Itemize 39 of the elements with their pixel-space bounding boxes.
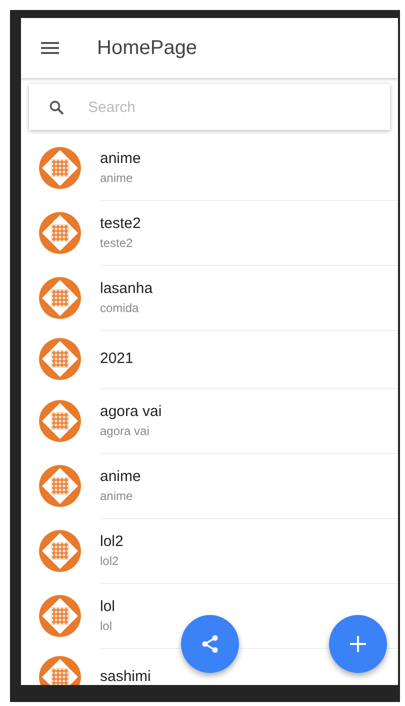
item-subtitle: lol2 — [100, 554, 119, 568]
item-subtitle: anime — [100, 488, 133, 502]
search-icon — [49, 100, 64, 114]
ornament-icon — [37, 274, 83, 320]
list-item[interactable]: agora vai agora vai — [21, 388, 398, 453]
item-subtitle: lol — [100, 618, 112, 632]
list-item[interactable]: lasanha comida — [21, 265, 398, 330]
share-button[interactable] — [181, 615, 239, 673]
item-subtitle: comida — [100, 300, 139, 314]
share-icon — [201, 634, 219, 654]
item-title: lasanha — [100, 280, 153, 296]
item-title: sashimi — [100, 668, 151, 685]
ornament-icon — [37, 398, 83, 444]
item-title: lol — [100, 598, 116, 614]
list-item[interactable]: lol2 lol2 — [21, 518, 398, 583]
search-field[interactable]: Search — [86, 98, 290, 116]
list-item[interactable]: 2021 — [21, 330, 398, 388]
page-title: HomePage — [97, 36, 198, 60]
ornament-icon — [37, 462, 83, 508]
ornament-icon — [37, 592, 83, 638]
ornament-icon — [37, 336, 83, 382]
item-subtitle: agora vai — [100, 424, 150, 438]
add-button[interactable] — [329, 615, 387, 673]
item-title: anime — [100, 150, 141, 166]
menu-icon[interactable] — [41, 42, 59, 54]
item-subtitle: teste2 — [100, 236, 133, 250]
item-subtitle: anime — [100, 170, 133, 184]
list-item[interactable]: anime anime — [21, 135, 398, 200]
list-item[interactable]: anime anime — [21, 453, 398, 518]
ornament-icon — [37, 528, 83, 574]
item-title: 2021 — [100, 350, 134, 367]
ornament-icon — [37, 210, 83, 256]
item-title: lol2 — [100, 532, 124, 550]
item-title: agora vai — [100, 402, 162, 420]
ornament-icon — [37, 144, 83, 190]
item-title: anime — [100, 468, 141, 484]
list-item[interactable]: teste2 teste2 — [21, 200, 398, 265]
item-title: teste2 — [100, 214, 141, 232]
plus-icon — [350, 636, 366, 652]
